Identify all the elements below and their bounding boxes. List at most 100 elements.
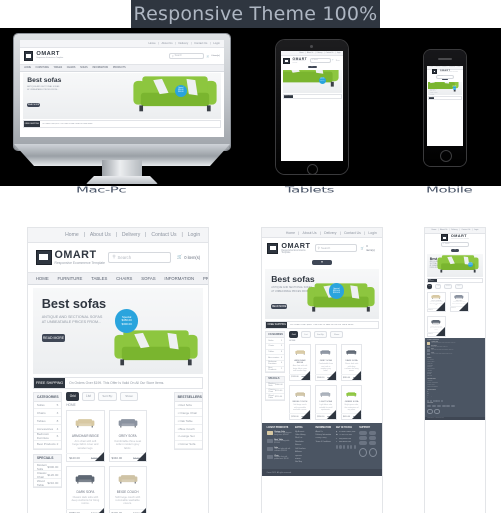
nav-item[interactable]: TABLES	[91, 276, 107, 281]
social-icon[interactable]	[346, 445, 349, 450]
bestsellers-row[interactable]: ▪ Corner Sofa	[174, 441, 203, 449]
list-view-button[interactable]: List	[435, 284, 442, 289]
topbar-link[interactable]: About Us	[435, 67, 440, 68]
footer-link[interactable]: Gift Vouchers	[295, 448, 312, 450]
social-icon[interactable]	[335, 445, 339, 450]
product-card[interactable]: ARMCHAIR BEIGE Arm chair with soft beige …	[426, 291, 446, 313]
nav-item[interactable]: SOFAS	[141, 276, 155, 281]
product-card[interactable]: BEIGE COUCH Soft beige couch with removab…	[108, 466, 147, 513]
topbar-link[interactable]: Home	[430, 67, 433, 68]
grid-view-button[interactable]: Grid	[66, 391, 80, 401]
topbar-link[interactable]: Home	[65, 232, 79, 238]
nav-item[interactable]: TABLES	[54, 67, 63, 69]
sort-select[interactable]: Sort By:	[97, 391, 118, 401]
grid-view-button[interactable]: Grid	[426, 284, 433, 289]
site-logo[interactable]: OMART Responsive Ecommerce Template	[267, 241, 314, 255]
topbar-link[interactable]: Delivery	[451, 229, 457, 231]
topbar-link[interactable]: Delivery	[178, 42, 188, 45]
topbar-link[interactable]: Home	[148, 42, 155, 45]
topbar-link[interactable]: Contact Us	[151, 232, 176, 238]
topbar-link[interactable]: Contact Us	[344, 231, 361, 235]
bestsellers-row[interactable]: ▪ Orange Chair	[174, 409, 203, 418]
footer-product-item[interactable]: Sofa Two seat sofa with soft cushions. $3…	[266, 446, 292, 453]
product-card[interactable]: ARMCHAIR BEIGE Arm chair with soft beige …	[66, 410, 105, 463]
topbar-link[interactable]: Delivery	[442, 67, 446, 68]
hero-read-more-button[interactable]: READ MORE	[271, 303, 288, 310]
topbar-link[interactable]: Delivery	[324, 231, 336, 235]
footer-link[interactable]: Affiliates	[295, 451, 312, 453]
sidebar-panel-row[interactable]: Wood Table $210.00	[266, 394, 285, 400]
topbar-link[interactable]: Login	[457, 67, 460, 68]
topbar-link[interactable]: Contact Us	[462, 229, 471, 231]
site-logo[interactable]: OMART Responsive Ecommerce Template	[35, 249, 105, 266]
sidebar-panel-row[interactable]: Wood Table $210.00	[33, 479, 62, 487]
sidebar-panel-row[interactable]: Tables 8	[33, 417, 62, 426]
cart-button[interactable]: 🛒 0 item(s)	[177, 254, 200, 260]
hero-read-more-button[interactable]: READ MORE	[27, 103, 40, 108]
nav-item[interactable]: PRODUCTS	[113, 67, 126, 69]
footer-link[interactable]: Delivery Information	[315, 434, 332, 436]
topbar-link[interactable]: Login	[188, 232, 200, 238]
nav-item[interactable]: INFORMATION	[92, 67, 108, 69]
cart-button[interactable]: 🛒 0 item(s)	[207, 55, 220, 58]
sort-select[interactable]: Sort By:	[313, 331, 328, 338]
show-select[interactable]: Show:	[120, 391, 139, 401]
footer-product-item[interactable]: Vintage Sofa The perfect sofa for your li…	[266, 430, 292, 437]
footer-contact-item[interactable]: ✉ info@omart.com	[336, 438, 356, 440]
footer-link[interactable]: Terms & Conditions	[315, 441, 332, 443]
bestsellers-row[interactable]: ▪ Red Sofa	[174, 402, 203, 410]
site-logo[interactable]: OMART Responsive Ecommerce Template	[432, 69, 458, 75]
nav-item[interactable]: SOFAS	[80, 67, 88, 69]
footer-link[interactable]: Site Map	[427, 376, 482, 377]
search-input[interactable]: ⚲ Search	[169, 52, 204, 60]
product-card[interactable]: DARK SOFA Classic dark sofa with deep cus…	[66, 466, 105, 513]
topbar-link[interactable]: About Us	[90, 232, 111, 238]
topbar-link[interactable]: Login	[368, 231, 376, 235]
social-icon[interactable]	[353, 445, 357, 450]
nav-item[interactable]: INFORMATION	[164, 276, 194, 281]
topbar-link[interactable]: Login	[337, 53, 341, 54]
topbar-link[interactable]: Login	[213, 42, 220, 45]
site-logo[interactable]: OMART Responsive Ecommerce Template	[441, 234, 469, 242]
topbar-link[interactable]: About Us	[307, 53, 313, 54]
nav-item[interactable]: FURNITURE	[58, 276, 83, 281]
footer-product-item[interactable]: Vintage Sofa The perfect sofa for your li…	[427, 342, 482, 345]
list-view-button[interactable]: List	[82, 391, 95, 401]
footer-link[interactable]: Returns	[295, 444, 312, 446]
product-card[interactable]: GREY SOFA Comfortable three seat sofa in …	[449, 291, 469, 313]
sidebar-panel-row[interactable]: Bedroom Furniture 6	[33, 432, 62, 441]
sidebar-panel-row[interactable]: Chairs 3	[33, 409, 62, 418]
footer-contact-item[interactable]: ☎ +1 800 123 4567	[336, 434, 356, 436]
list-view-button[interactable]: List	[301, 331, 311, 338]
footer-link[interactable]: Terms & Conditions	[427, 387, 482, 388]
product-card[interactable]: GREEN SOFA Bright green sofa, the centerp…	[340, 385, 363, 420]
topbar-link[interactable]: About Us	[162, 42, 173, 45]
topbar-link[interactable]: Delivery	[122, 232, 140, 238]
footer-link[interactable]: About Us	[315, 431, 332, 433]
social-icon[interactable]	[343, 445, 346, 450]
footer-link[interactable]: Wish List	[295, 437, 312, 439]
topbar-link[interactable]: Home	[299, 53, 303, 54]
social-icon[interactable]	[339, 445, 342, 450]
search-input[interactable]: ⚲ Search	[441, 242, 469, 248]
footer-link[interactable]: My Account	[295, 431, 312, 433]
topbar-link[interactable]: Contact Us	[194, 42, 207, 45]
tablet-home-button[interactable]	[307, 164, 318, 175]
footer-product-item[interactable]: Chair Wooden chair with padded seat. $90.…	[266, 454, 292, 461]
social-icon[interactable]	[430, 399, 433, 402]
footer-link[interactable]: Newsletter	[295, 441, 312, 443]
bestsellers-row[interactable]: ▪ Lounge Set	[174, 433, 203, 441]
product-card[interactable]: DARK SOFA Classic dark sofa with deep cus…	[426, 316, 446, 337]
cart-button[interactable]: 🛒 0 item(s)	[332, 60, 340, 62]
product-card[interactable]: ARMCHAIR BEIGE Arm chair with soft beige …	[289, 343, 311, 382]
cart-button[interactable]: 🛒 0 item(s)	[361, 244, 377, 252]
topbar-link[interactable]: Home	[286, 231, 295, 235]
footer-contact-item[interactable]: ☀ www.omart.com	[336, 441, 356, 443]
topbar-link[interactable]: Contact Us	[326, 53, 334, 54]
topbar-link[interactable]: About Us	[440, 229, 447, 231]
social-icon[interactable]	[440, 399, 443, 402]
bestsellers-row[interactable]: ▪ Oak Table	[174, 417, 203, 426]
site-logo[interactable]: OMART Responsive Ecommerce Template	[283, 57, 310, 64]
bestsellers-row[interactable]: ▪ Blue Couch	[174, 425, 203, 433]
sort-select[interactable]: Sort By:	[444, 284, 453, 289]
